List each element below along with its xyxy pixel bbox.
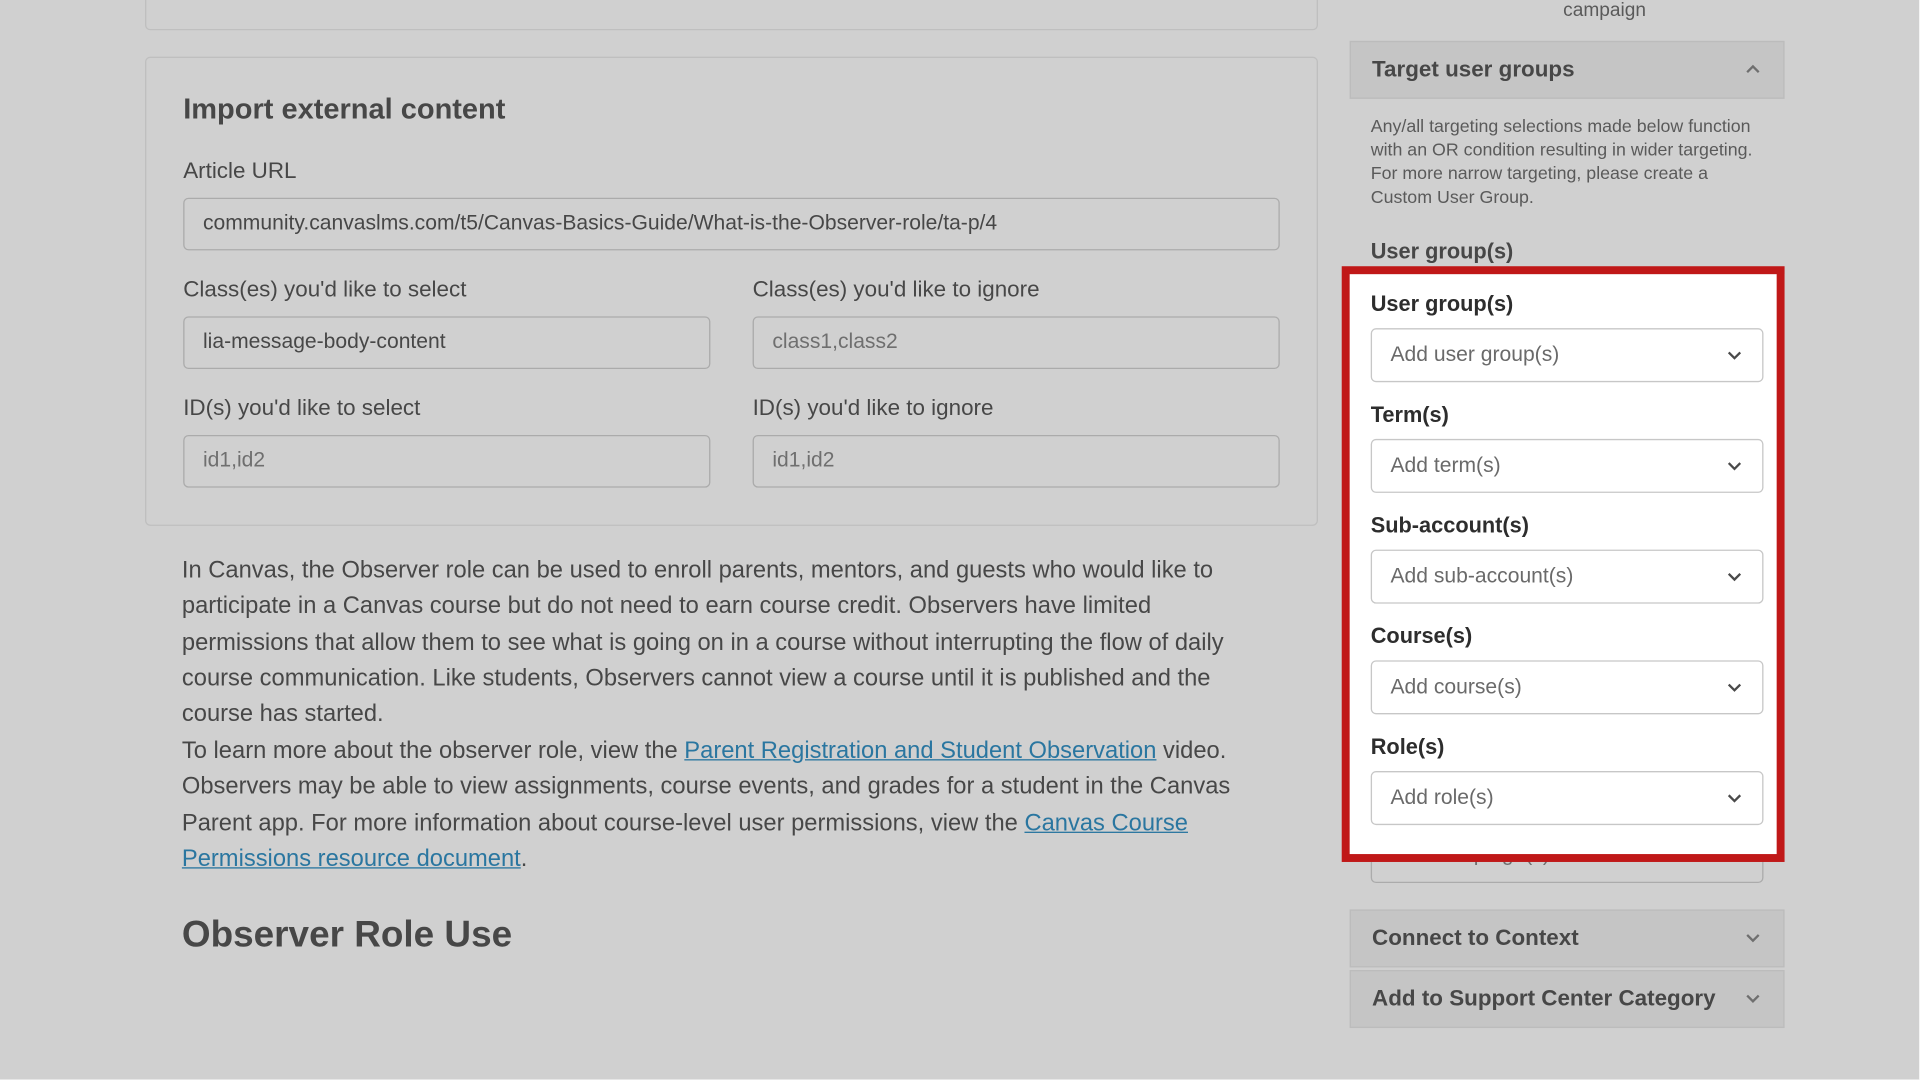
classes-select-label: Class(es) you'd like to select	[183, 277, 710, 303]
classes-select-input[interactable]	[183, 316, 710, 369]
target-user-groups-header[interactable]: Target user groups	[1350, 40, 1785, 98]
target-block: User group(s) Add user group(s) Term(s) …	[1350, 221, 1785, 906]
user-groups-label: User group(s)	[1371, 239, 1764, 264]
courses-label: Course(s)	[1371, 571, 1764, 596]
target-user-groups-label: Target user groups	[1372, 56, 1575, 82]
import-card: Import external content Article URL Clas…	[145, 57, 1318, 526]
roles-placeholder: Add role(s)	[1390, 733, 1493, 757]
roles-label: Role(s)	[1371, 682, 1764, 707]
campaigns-select[interactable]: Add campaign(s)	[1371, 828, 1764, 882]
article-url-label: Article URL	[183, 158, 1280, 184]
chevron-down-icon	[1725, 736, 1743, 754]
terms-placeholder: Add term(s)	[1390, 401, 1500, 425]
user-groups-select[interactable]: Add user group(s)	[1371, 275, 1764, 329]
connect-to-context-label: Connect to Context	[1372, 925, 1579, 951]
parent-registration-link[interactable]: Parent Registration and Student Observat…	[684, 736, 1156, 762]
import-section-title: Import external content	[183, 92, 1280, 126]
classes-ignore-label: Class(es) you'd like to ignore	[753, 277, 1280, 303]
p2-post: .	[521, 845, 528, 871]
campaigns-label: Campaign(s)	[1371, 793, 1764, 818]
ids-ignore-label: ID(s) you'd like to ignore	[753, 395, 1280, 421]
courses-select[interactable]: Add course(s)	[1371, 607, 1764, 661]
article-url-input[interactable]	[183, 198, 1280, 251]
chevron-down-icon	[1725, 293, 1743, 311]
article-paragraph-1: In Canvas, the Observer role can be used…	[182, 552, 1281, 732]
chevron-down-icon	[1725, 625, 1743, 643]
article-paragraph-2: To learn more about the observer role, v…	[182, 733, 1281, 877]
chevron-down-icon	[1725, 846, 1743, 864]
chevron-up-icon	[1744, 60, 1762, 78]
subaccounts-select[interactable]: Add sub-account(s)	[1371, 496, 1764, 550]
subaccounts-placeholder: Add sub-account(s)	[1390, 511, 1573, 535]
add-to-support-center-label: Add to Support Center Category	[1372, 985, 1716, 1011]
terms-label: Term(s)	[1371, 350, 1764, 375]
ids-ignore-input[interactable]	[753, 435, 1280, 488]
chevron-down-icon	[1725, 403, 1743, 421]
connect-to-context-header[interactable]: Connect to Context	[1350, 909, 1785, 967]
sidebar-top-note: the item is exclusively assigned to an i…	[1350, 0, 1785, 40]
add-to-support-center-header[interactable]: Add to Support Center Category	[1350, 969, 1785, 1027]
observer-role-use-heading: Observer Role Use	[182, 914, 1281, 956]
terms-select[interactable]: Add term(s)	[1371, 386, 1764, 440]
targeting-help-text: Any/all targeting selections made below …	[1350, 98, 1785, 220]
chevron-down-icon	[1725, 514, 1743, 532]
user-groups-placeholder: Add user group(s)	[1390, 290, 1559, 314]
title-card: The Observer role and its uses	[145, 0, 1318, 30]
p2-pre: To learn more about the observer role, v…	[182, 736, 684, 762]
campaigns-placeholder: Add campaign(s)	[1390, 844, 1549, 868]
subaccounts-label: Sub-account(s)	[1371, 461, 1764, 486]
classes-ignore-input[interactable]	[753, 316, 1280, 369]
ids-select-input[interactable]	[183, 435, 710, 488]
ids-select-label: ID(s) you'd like to select	[183, 395, 710, 421]
chevron-down-icon	[1744, 929, 1762, 947]
courses-placeholder: Add course(s)	[1390, 622, 1521, 646]
chevron-down-icon	[1744, 989, 1762, 1007]
article-body-card: In Canvas, the Observer role can be used…	[145, 552, 1318, 956]
roles-select[interactable]: Add role(s)	[1371, 718, 1764, 772]
